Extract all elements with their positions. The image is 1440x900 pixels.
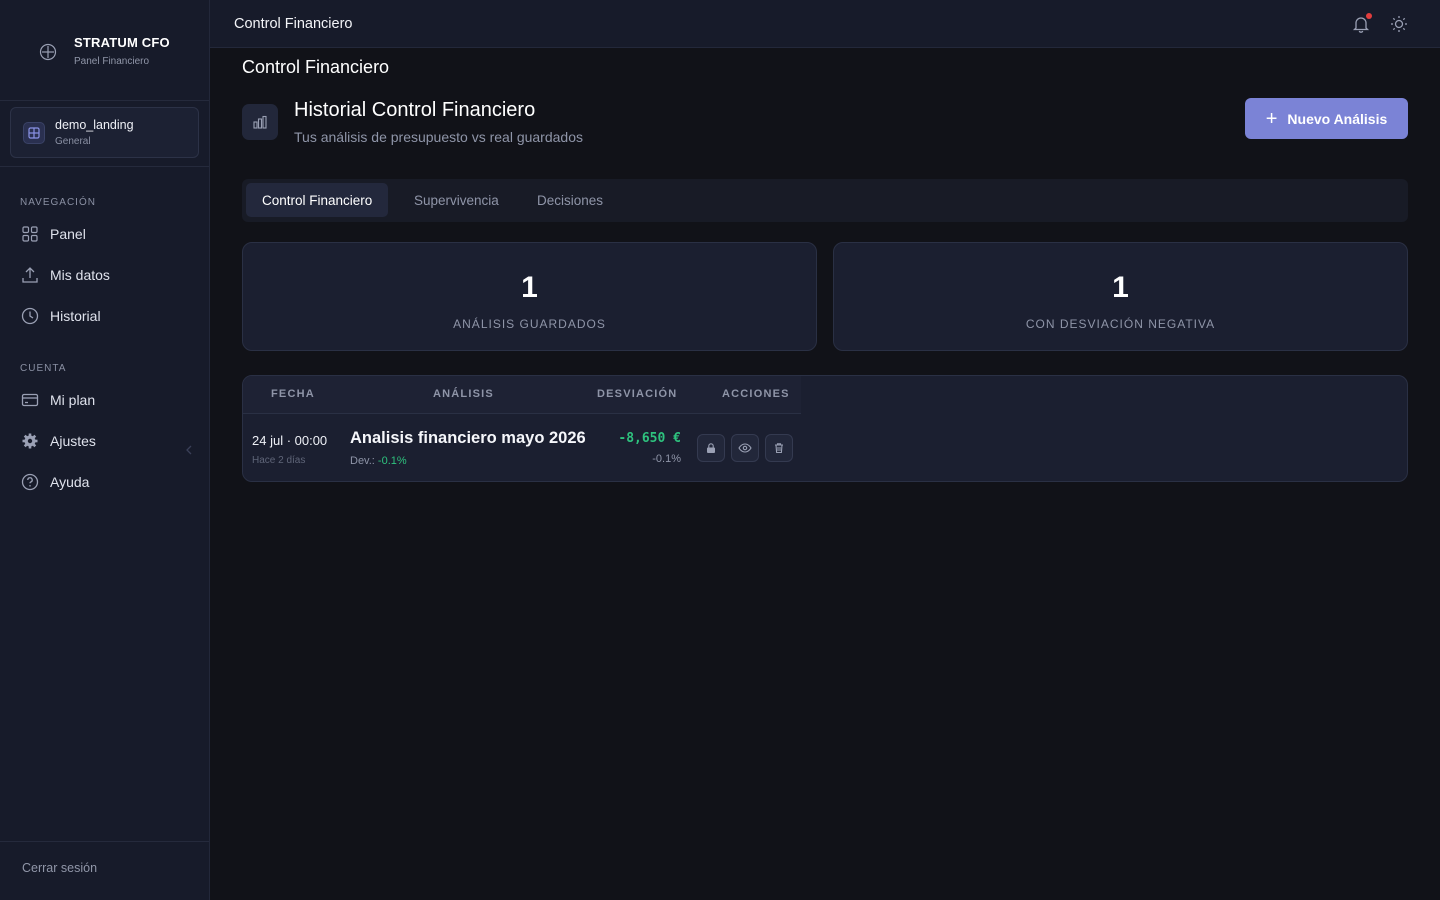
logout-link[interactable]: Cerrar sesión (22, 861, 97, 875)
stat-label: ANÁLISIS GUARDADOS (453, 317, 606, 331)
workspace-sub: General (55, 136, 91, 147)
page-title: Control Financiero (242, 57, 390, 77)
card-icon (20, 390, 40, 410)
bell-icon[interactable] (1351, 13, 1372, 34)
deviation-label: Dev.: (350, 455, 375, 467)
upload-icon (20, 265, 40, 285)
row-deviation-note: Dev.: -0.1% (350, 455, 407, 467)
lock-icon[interactable] (697, 434, 725, 462)
history-table: FECHA ANÁLISIS DESVIACIÓN ACCIONES 24 ju… (242, 375, 1408, 482)
new-analysis-button[interactable]: + Nuevo Análisis (1245, 98, 1408, 139)
column-header-acciones: ACCIONES (722, 388, 790, 400)
notification-dot (1366, 13, 1372, 19)
divider (0, 100, 209, 101)
row-deviation-percent: -0.1% (652, 453, 681, 465)
sidebar-item-ayuda[interactable]: Ayuda (20, 471, 89, 493)
topbar: Control Financiero (210, 0, 1440, 48)
sidebar-item-label: Historial (50, 308, 101, 324)
help-icon (20, 472, 40, 492)
column-header-analisis: ANÁLISIS (433, 388, 494, 400)
stat-card-negative: 1 CON DESVIACIÓN NEGATIVA (833, 242, 1408, 351)
sidebar-item-ajustes[interactable]: Ajustes (20, 430, 96, 452)
stat-card-saved: 1 ANÁLISIS GUARDADOS (242, 242, 817, 351)
column-header-desviacion: DESVIACIÓN (597, 388, 678, 400)
eye-icon[interactable] (731, 434, 759, 462)
sidebar-item-label: Ajustes (50, 433, 96, 449)
section-subtitle: Tus análisis de presupuesto vs real guar… (294, 129, 583, 145)
sidebar: STRATUM CFO Panel Financiero demo_landin… (0, 0, 210, 900)
divider (0, 841, 209, 842)
tab-decisiones[interactable]: Decisiones (537, 183, 603, 217)
row-deviation-amount: -8,650 € (618, 431, 681, 446)
workspace-grid-icon (23, 121, 45, 144)
trash-icon[interactable] (765, 434, 793, 462)
sidebar-item-label: Mis datos (50, 267, 110, 283)
column-header-fecha: FECHA (271, 388, 315, 400)
brand[interactable]: STRATUM CFO Panel Financiero (36, 36, 170, 67)
deviation-value: -0.1% (377, 455, 407, 467)
row-date: 24 jul · 00:00 (252, 433, 328, 448)
sidebar-item-panel[interactable]: Panel (20, 223, 86, 245)
row-relative-time: Hace 2 días (252, 455, 306, 466)
gear-icon (20, 431, 40, 451)
sidebar-item-label: Panel (50, 226, 86, 242)
sidebar-item-mi-plan[interactable]: Mi plan (20, 389, 95, 411)
clock-icon (20, 306, 40, 326)
sidebar-item-historial[interactable]: Historial (20, 305, 101, 327)
table-header: FECHA ANÁLISIS DESVIACIÓN ACCIONES (243, 376, 801, 414)
row-analysis-name[interactable]: Analisis financiero mayo 2026 (350, 429, 586, 448)
workspace-name: demo_landing (55, 118, 134, 132)
tab-control-financiero[interactable]: Control Financiero (246, 183, 389, 217)
sidebar-item-mis-datos[interactable]: Mis datos (20, 264, 110, 286)
stat-value: 1 (1112, 271, 1129, 304)
section-title: Historial Control Financiero (294, 99, 536, 121)
tab-bar: Control Financiero Supervivencia Decisio… (242, 179, 1408, 222)
plus-icon: + (1265, 107, 1278, 130)
stat-value: 1 (521, 271, 538, 304)
new-analysis-label: Nuevo Análisis (1287, 110, 1388, 127)
sidebar-item-label: Mi plan (50, 392, 96, 408)
sidebar-item-label: Ayuda (50, 474, 90, 490)
grid-icon (20, 224, 40, 244)
tab-supervivencia[interactable]: Supervivencia (414, 183, 499, 217)
brand-title: STRATUM CFO (74, 35, 170, 50)
topbar-title: Control Financiero (234, 16, 353, 32)
stat-label: CON DESVIACIÓN NEGATIVA (1025, 317, 1216, 331)
workspace-switcher[interactable]: demo_landing General (10, 107, 199, 158)
compass-logo-icon (36, 40, 60, 64)
table-row[interactable]: 24 jul · 00:00 Hace 2 días Analisis fina… (243, 414, 801, 481)
nav-section-label: NAVEGACIÓN (20, 197, 96, 208)
account-section-label: CUENTA (20, 363, 67, 374)
sun-theme-icon[interactable] (1389, 14, 1409, 34)
bar-chart-icon (242, 104, 278, 140)
divider (0, 166, 209, 167)
collapse-sidebar-chevron-icon[interactable] (184, 443, 194, 457)
brand-subtitle: Panel Financiero (74, 56, 150, 67)
